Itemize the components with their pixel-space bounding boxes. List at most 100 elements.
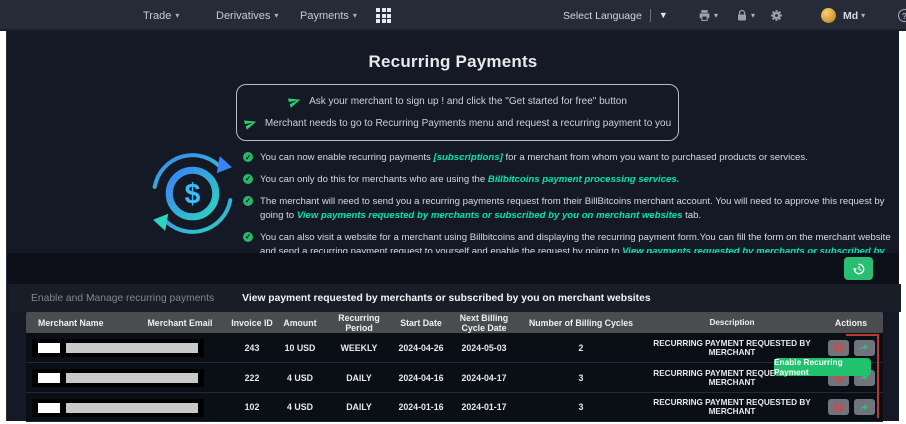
lock-menu[interactable]: ▾ bbox=[736, 0, 755, 31]
paper-plane-icon bbox=[243, 120, 256, 131]
red-highlight-line bbox=[846, 334, 879, 336]
col-header-amount: Amount bbox=[283, 317, 317, 328]
cell-amount: 4 USD bbox=[287, 402, 313, 412]
content-card: Recurring Payments Ask your merchant to … bbox=[6, 31, 901, 422]
col-header-invoice-id: Invoice ID bbox=[231, 317, 273, 328]
table-row: 243 10 USD WEEKLY 2024-04-26 2024-05-03 … bbox=[26, 333, 883, 363]
instruction-line: Merchant needs to go to Recurring Paymen… bbox=[243, 117, 672, 131]
bullet-item: ✓ The merchant will need to send you a r… bbox=[243, 195, 901, 223]
cell-amount: 10 USD bbox=[284, 342, 316, 353]
cell-next-billing: 2024-04-17 bbox=[461, 372, 507, 383]
bullet-link[interactable]: View payments requested by merchants or … bbox=[297, 210, 683, 221]
bullet-item: ✓ You can now enable recurring payments … bbox=[243, 151, 901, 165]
enable-payment-button[interactable] bbox=[853, 399, 875, 415]
col-header-next-billing: Next Billing Cycle Date bbox=[459, 312, 509, 333]
cancel-payment-button[interactable] bbox=[827, 339, 849, 356]
chevron-down-icon: ▾ bbox=[861, 10, 866, 20]
apps-grid-icon[interactable] bbox=[376, 0, 391, 31]
instruction-text: Merchant needs to go to Recurring Paymen… bbox=[264, 118, 672, 130]
lock-icon bbox=[738, 9, 746, 21]
cell-next-billing: 2024-05-03 bbox=[461, 342, 507, 353]
user-name: Md bbox=[843, 9, 859, 22]
instruction-text: Ask your merchant to sign up ! and click… bbox=[309, 95, 627, 107]
help-button[interactable]: ? bbox=[898, 0, 906, 31]
check-icon: ✓ bbox=[243, 231, 253, 242]
instruction-line: Ask your merchant to sign up ! and click… bbox=[288, 95, 627, 108]
check-icon: ✓ bbox=[243, 152, 253, 162]
redacted-merchant-info bbox=[32, 369, 204, 387]
gear-icon bbox=[771, 10, 782, 21]
user-menu[interactable]: Md ▾ bbox=[821, 0, 865, 31]
cell-period: DAILY bbox=[346, 372, 372, 383]
forward-arrow-icon bbox=[860, 344, 869, 351]
history-icon bbox=[852, 263, 864, 274]
chevron-down-icon: ▾ bbox=[274, 10, 279, 20]
bullet-text: You can only do this for merchants who a… bbox=[260, 173, 488, 185]
divider bbox=[649, 9, 651, 22]
cell-next-billing: 2024-01-17 bbox=[461, 402, 507, 412]
cell-cycles: 2 bbox=[578, 342, 584, 353]
cell-amount: 4 USD bbox=[287, 372, 313, 383]
refresh-history-button[interactable] bbox=[844, 257, 873, 280]
table-row: 222 4 USD DAILY 2024-04-16 2024-04-17 3 … bbox=[26, 363, 883, 393]
svg-text:$: $ bbox=[185, 178, 201, 210]
block-icon bbox=[833, 402, 843, 412]
chevron-down-icon: ▾ bbox=[751, 10, 756, 20]
red-highlight-line bbox=[877, 334, 879, 418]
toolbar-band bbox=[7, 253, 899, 284]
printer-icon bbox=[699, 10, 710, 21]
col-header-start-date: Start Date bbox=[400, 317, 442, 328]
block-icon bbox=[833, 342, 843, 353]
table-row: 102 4 USD DAILY 2024-01-16 2024-01-17 3 … bbox=[26, 393, 883, 422]
enable-payment-button[interactable] bbox=[853, 339, 875, 356]
tab-enable-manage[interactable]: Enable and Manage recurring payments bbox=[31, 293, 214, 304]
redacted-merchant-info bbox=[32, 399, 204, 417]
instructions-box: Ask your merchant to sign up ! and click… bbox=[236, 84, 679, 141]
cell-start-date: 2024-01-16 bbox=[398, 402, 444, 412]
apps-grid-icon bbox=[376, 8, 391, 23]
nav-item-label: Trade bbox=[143, 9, 172, 22]
settings-button[interactable] bbox=[770, 0, 783, 31]
table-header-row: Merchant Name Merchant Email Invoice ID … bbox=[26, 312, 883, 333]
col-header-cycles: Number of Billing Cycles bbox=[528, 317, 634, 328]
col-header-recurring-period: Recurring Period bbox=[338, 312, 380, 333]
bullet-text: tab. bbox=[682, 209, 702, 221]
help-icon: ? bbox=[898, 9, 906, 22]
cell-period: DAILY bbox=[346, 402, 372, 412]
bullet-emphasis: Billbitcoins payment processing services… bbox=[487, 173, 680, 185]
printer-menu[interactable]: ▾ bbox=[698, 0, 718, 31]
redacted-merchant-info bbox=[32, 339, 204, 357]
chevron-down-icon: ▼ bbox=[658, 10, 668, 20]
paper-plane-icon bbox=[288, 98, 301, 108]
col-header-merchant-email: Merchant Email bbox=[147, 317, 213, 328]
page-title: Recurring Payments bbox=[368, 52, 538, 71]
enable-payment-tooltip: Enable Recurring Payment bbox=[774, 357, 871, 377]
recurring-payments-table: Merchant Name Merchant Email Invoice ID … bbox=[26, 312, 883, 422]
nav-item-trade[interactable]: Trade ▾ bbox=[143, 0, 179, 31]
bullet-text: You can now enable recurring payments bbox=[260, 152, 434, 163]
col-header-description: Description bbox=[709, 318, 755, 327]
cell-description: RECURRING PAYMENT REQUESTED BY MERCHANT bbox=[653, 338, 811, 357]
cell-invoice-id: 222 bbox=[244, 372, 260, 383]
cell-invoice-id: 102 bbox=[244, 402, 260, 412]
cell-period: WEEKLY bbox=[340, 342, 378, 353]
bullet-item: ✓ You can only do this for merchants who… bbox=[243, 173, 901, 187]
tab-bar: Enable and Manage recurring payments Vie… bbox=[9, 284, 901, 312]
forward-arrow-icon bbox=[860, 403, 869, 410]
nav-item-payments[interactable]: Payments ▾ bbox=[300, 0, 357, 31]
language-selector[interactable]: Select Language ▼ bbox=[563, 0, 668, 31]
check-icon: ✓ bbox=[243, 195, 253, 206]
language-label: Select Language bbox=[563, 9, 642, 22]
check-icon: ✓ bbox=[243, 173, 253, 184]
tab-view-requested[interactable]: View payment requested by merchants or s… bbox=[242, 293, 650, 304]
nav-item-derivatives[interactable]: Derivatives ▾ bbox=[216, 0, 278, 31]
chevron-down-icon: ▾ bbox=[714, 10, 719, 20]
cell-cycles: 3 bbox=[578, 372, 584, 383]
cell-cycles: 3 bbox=[578, 402, 584, 412]
cell-description: RECURRING PAYMENT REQUESTED BY MERCHANT bbox=[653, 398, 811, 416]
col-header-actions: Actions bbox=[834, 317, 868, 328]
cell-invoice-id: 243 bbox=[244, 342, 260, 353]
bullet-emphasis: [subscriptions] bbox=[433, 152, 503, 163]
cancel-payment-button[interactable] bbox=[827, 399, 849, 415]
bullet-text: for a merchant from whom you want to pur… bbox=[502, 152, 808, 163]
